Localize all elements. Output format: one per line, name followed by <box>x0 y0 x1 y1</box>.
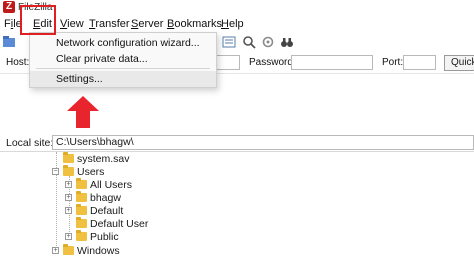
host-label: Host: <box>6 57 30 68</box>
folder-icon <box>76 230 87 241</box>
edit-menu-highlight-box <box>20 5 56 35</box>
folder-icon <box>76 204 87 215</box>
tree-item-bhagw[interactable]: bhagw <box>76 191 276 204</box>
folder-icon <box>76 191 87 202</box>
folder-icon <box>76 178 87 189</box>
tree-item-system-sav[interactable]: system.sav <box>63 152 263 165</box>
menu-bar: File Edit View Transfer Server Bookmarks… <box>0 16 474 32</box>
expand-all-users-icon[interactable]: + <box>65 181 72 188</box>
tree-item-public[interactable]: Public <box>76 230 276 243</box>
binoculars-icon[interactable] <box>280 35 294 49</box>
local-directory-tree: system.sav − Users + All Users + bhagw +… <box>0 152 474 261</box>
menu-item-settings[interactable]: Settings... <box>30 71 216 87</box>
local-site-bar: Local site: C:\Users\bhagw\ <box>0 134 474 152</box>
menu-transfer[interactable]: Transfer <box>89 17 130 31</box>
local-site-label: Local site: <box>6 137 54 149</box>
tree-item-default-user[interactable]: Default User <box>76 217 276 230</box>
password-label: Password: <box>249 57 296 68</box>
expand-bhagw-icon[interactable]: + <box>65 194 72 201</box>
password-input[interactable] <box>291 55 373 70</box>
edit-menu-dropdown: Network configuration wizard... Clear pr… <box>29 32 217 88</box>
folder-icon <box>63 165 74 176</box>
folder-icon <box>63 244 74 255</box>
port-label: Port: <box>382 57 404 68</box>
tree-item-default[interactable]: Default <box>76 204 276 217</box>
filezilla-app-icon: Z <box>3 1 15 13</box>
tree-item-users[interactable]: Users <box>63 165 263 178</box>
folder-icon <box>76 217 87 228</box>
menu-view[interactable]: View <box>60 17 84 31</box>
tree-item-windows[interactable]: Windows <box>63 244 263 257</box>
toggle-local-tree-icon[interactable] <box>222 35 236 49</box>
menu-separator <box>36 68 210 69</box>
site-manager-icon[interactable] <box>2 35 16 49</box>
tree-guide-line <box>56 152 57 252</box>
collapse-users-icon[interactable]: − <box>52 168 59 175</box>
expand-windows-icon[interactable]: + <box>52 247 59 254</box>
menu-item-network-configuration-wizard[interactable]: Network configuration wizard... <box>30 35 216 51</box>
expand-default-icon[interactable]: + <box>65 207 72 214</box>
menu-server[interactable]: Server <box>131 17 163 31</box>
red-up-arrow-icon <box>67 96 99 128</box>
search-icon[interactable] <box>242 35 256 49</box>
folder-icon <box>63 152 74 163</box>
port-input[interactable] <box>403 55 436 70</box>
quickconnect-button[interactable]: Quickc <box>444 55 474 71</box>
title-bar: Z FileZilla <box>0 0 474 16</box>
menu-item-clear-private-data[interactable]: Clear private data... <box>30 51 216 67</box>
expand-public-icon[interactable]: + <box>65 233 72 240</box>
menu-help[interactable]: Help <box>221 17 244 31</box>
local-site-path-input[interactable]: C:\Users\bhagw\ <box>52 135 474 150</box>
tree-item-all-users[interactable]: All Users <box>76 178 276 191</box>
menu-bookmarks[interactable]: Bookmarks <box>167 17 222 31</box>
refresh-icon[interactable] <box>261 35 275 49</box>
